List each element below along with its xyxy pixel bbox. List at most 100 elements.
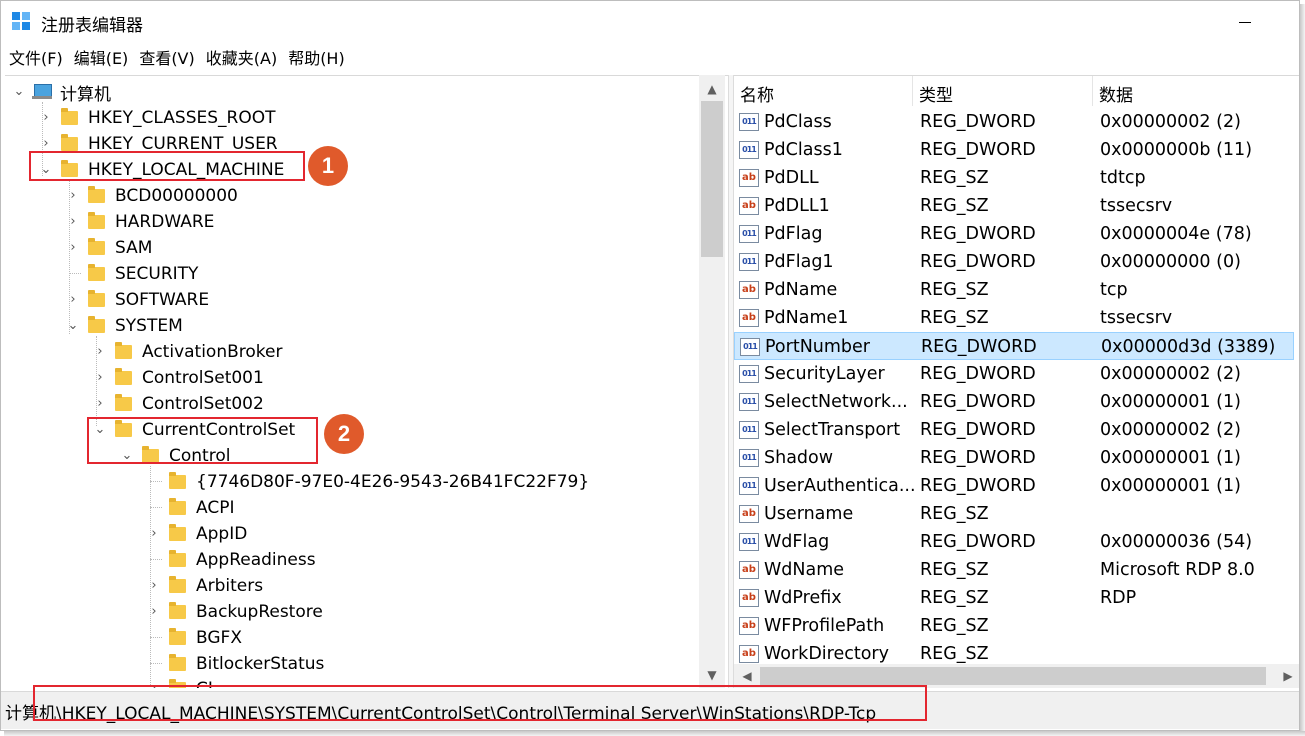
chevron-right-icon[interactable]: › — [64, 213, 82, 231]
tree-node-sam[interactable]: › SAM — [64, 235, 152, 261]
folder-icon — [169, 498, 186, 515]
scroll-thumb[interactable] — [760, 667, 1266, 685]
tree-node-backuprestore[interactable]: › BackupRestore — [145, 599, 323, 625]
list-row-selected[interactable]: 011 PortNumber REG_DWORD 0x00000d3d (3389) — [734, 332, 1294, 360]
list-header: 名称 类型 数据 — [734, 76, 1299, 106]
list-row[interactable]: 011 Shadow REG_DWORD 0x00000001 (1) — [734, 444, 1294, 472]
value-type: REG_SZ — [920, 308, 989, 328]
tree-node-label: AppID — [196, 524, 248, 544]
dword-icon: 011 — [740, 338, 760, 356]
tree-node-label: Arbiters — [196, 576, 264, 596]
value-data: tcp — [1100, 280, 1128, 300]
list-row[interactable]: ab PdName REG_SZ tcp — [734, 276, 1294, 304]
list-row[interactable]: 011 PdFlag1 REG_DWORD 0x00000000 (0) — [734, 248, 1294, 276]
tree-node-appreadiness[interactable]: AppReadiness — [145, 547, 316, 573]
chevron-right-icon[interactable]: › — [91, 343, 109, 361]
list-row[interactable]: 011 SelectTransport REG_DWORD 0x00000002 (2… — [734, 416, 1294, 444]
tree-node-bcd[interactable]: › BCD00000000 — [64, 183, 238, 209]
tree-node-security[interactable]: SECURITY — [64, 261, 198, 287]
chevron-right-icon[interactable]: › — [145, 577, 163, 595]
chevron-right-icon[interactable]: › — [91, 395, 109, 413]
list-row[interactable]: 011 PdClass REG_DWORD 0x00000002 (2) — [734, 108, 1294, 136]
chevron-down-icon[interactable]: ⌄ — [64, 317, 82, 335]
tree-node-system[interactable]: ⌄ SYSTEM — [64, 313, 183, 339]
tree-node-acpi[interactable]: ACPI — [145, 495, 234, 521]
tree-node-computer[interactable]: ⌄ 计算机 — [10, 79, 111, 105]
tree-node-software[interactable]: › SOFTWARE — [64, 287, 209, 313]
tree-node-label: ControlSet001 — [142, 368, 264, 388]
column-header-data[interactable]: 数据 — [1093, 76, 1299, 106]
value-type: REG_DWORD — [920, 112, 1036, 132]
list-row[interactable]: ab Username REG_SZ — [734, 500, 1294, 528]
chevron-right-icon[interactable]: › — [145, 603, 163, 621]
tree-node-label: 计算机 — [60, 84, 111, 105]
list-row[interactable]: 011 WdFlag REG_DWORD 0x00000036 (54) — [734, 528, 1294, 556]
list-row[interactable]: 011 PdFlag REG_DWORD 0x0000004e (78) — [734, 220, 1294, 248]
menu-file[interactable]: 文件(F) — [1, 45, 63, 73]
value-type: REG_DWORD — [920, 224, 1036, 244]
highlight-box-hklm — [29, 151, 305, 181]
value-type: REG_DWORD — [920, 252, 1036, 272]
value-name: PdDLL1 — [764, 196, 830, 216]
tree-node-label: AppReadiness — [196, 550, 316, 570]
list-row[interactable]: 011 UserAuthentica... REG_DWORD 0x00000001 … — [734, 472, 1294, 500]
tree-node-bitlockerstatus[interactable]: BitlockerStatus — [145, 651, 324, 677]
chevron-right-icon[interactable]: › — [145, 525, 163, 543]
column-header-type[interactable]: 类型 — [913, 76, 1093, 106]
list-row[interactable]: 011 SelectNetwork... REG_DWORD 0x00000001 (… — [734, 388, 1294, 416]
tree-node-guid[interactable]: {7746D80F-97E0-4E26-9543-26B41FC22F79} — [145, 469, 589, 495]
value-data: 0x0000004e (78) — [1100, 224, 1252, 244]
list-row[interactable]: ab WdName REG_SZ Microsoft RDP 8.0 — [734, 556, 1294, 584]
menu-help[interactable]: 帮助(H) — [280, 45, 345, 73]
chevron-down-icon[interactable]: ⌄ — [10, 83, 28, 101]
tree-node-appid[interactable]: › AppID — [145, 521, 247, 547]
value-type: REG_DWORD — [920, 392, 1036, 412]
minimize-button[interactable] — [1221, 1, 1267, 43]
value-type: REG_DWORD — [921, 337, 1037, 357]
list-row[interactable]: 011 PdClass1 REG_DWORD 0x0000000b (11) — [734, 136, 1294, 164]
value-type: REG_DWORD — [920, 364, 1036, 384]
value-type: REG_DWORD — [920, 476, 1036, 496]
list-row[interactable]: ab PdName1 REG_SZ tssecsrv — [734, 304, 1294, 332]
chevron-right-icon[interactable]: › — [64, 187, 82, 205]
scroll-right-arrow-icon[interactable]: ▶ — [1278, 664, 1298, 688]
chevron-right-icon[interactable]: › — [64, 239, 82, 257]
scroll-down-arrow-icon[interactable]: ▼ — [699, 665, 725, 685]
scroll-up-arrow-icon[interactable]: ▲ — [699, 79, 725, 99]
menu-bar: 文件(F) 编辑(E) 查看(V) 收藏夹(A) 帮助(H) — [1, 45, 348, 73]
value-type: REG_DWORD — [920, 448, 1036, 468]
value-data: 0x00000002 (2) — [1100, 364, 1241, 384]
menu-favorites[interactable]: 收藏夹(A) — [198, 45, 277, 73]
tree-node-arbiters[interactable]: › Arbiters — [145, 573, 263, 599]
menu-view[interactable]: 查看(V) — [131, 45, 194, 73]
list-row[interactable]: ab PdDLL1 REG_SZ tssecsrv — [734, 192, 1294, 220]
menu-edit[interactable]: 编辑(E) — [66, 45, 129, 73]
list-row[interactable]: ab WFProfilePath REG_SZ — [734, 612, 1294, 640]
dword-icon: 011 — [739, 253, 759, 271]
tree-node-hkcr[interactable]: › HKEY_CLASSES_ROOT — [37, 105, 276, 131]
value-data: 0x00000000 (0) — [1100, 252, 1241, 272]
value-type: REG_DWORD — [920, 140, 1036, 160]
folder-icon — [169, 550, 186, 567]
chevron-right-icon[interactable]: › — [64, 291, 82, 309]
column-header-name[interactable]: 名称 — [734, 76, 913, 106]
chevron-right-icon[interactable]: › — [37, 109, 55, 127]
list-row[interactable]: ab WdPrefix REG_SZ RDP — [734, 584, 1294, 612]
tree-node-hardware[interactable]: › HARDWARE — [64, 209, 214, 235]
tree-node-activationbroker[interactable]: › ActivationBroker — [91, 339, 282, 365]
dword-icon: 011 — [739, 421, 759, 439]
scroll-thumb[interactable] — [701, 101, 723, 257]
tree-node-controlset001[interactable]: › ControlSet001 — [91, 365, 264, 391]
tree-node-bgfx[interactable]: BGFX — [145, 625, 242, 651]
tree-vertical-scrollbar[interactable]: ▲ ▼ — [699, 75, 725, 688]
chevron-right-icon[interactable]: › — [91, 369, 109, 387]
value-name: WdFlag — [764, 532, 830, 552]
tree-node-controlset002[interactable]: › ControlSet002 — [91, 391, 264, 417]
values-list[interactable]: 名称 类型 数据 011 PdClass REG_DWORD 0x00000002 (… — [734, 75, 1299, 688]
folder-icon — [88, 212, 105, 229]
list-row[interactable]: 011 SecurityLayer REG_DWORD 0x00000002 (2) — [734, 360, 1294, 388]
value-data: tssecsrv — [1100, 196, 1173, 216]
highlight-box-currentcontrolset — [87, 417, 318, 464]
list-row[interactable]: ab PdDLL REG_SZ tdtcp — [734, 164, 1294, 192]
